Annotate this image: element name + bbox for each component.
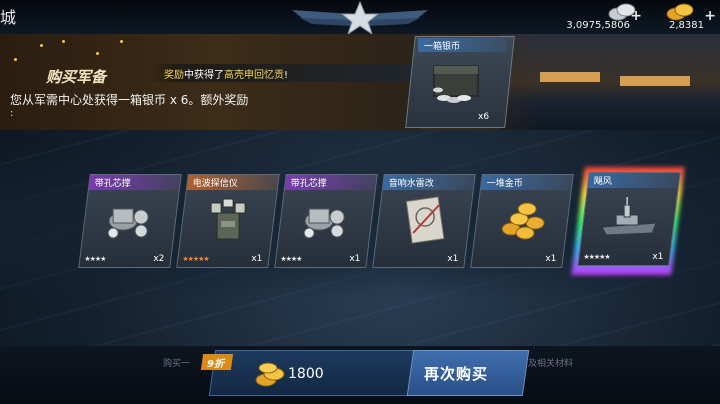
item-count: x1 [251,254,263,264]
silver-amount: 3,0975,5806 [566,20,630,31]
sparkle [120,40,123,43]
gold-currency[interactable]: 2,8381 + [656,2,718,32]
page-title: 城 [0,8,17,27]
part-icon [303,208,345,239]
hint-text: 购买一 [163,359,191,369]
harbor-light [540,72,600,82]
sparkle [96,52,99,55]
bullet-marker: : [10,108,14,119]
item-count: x1 [349,254,361,264]
silver-currency[interactable]: 3,0975,5806 + [566,2,644,32]
blueprint-icon [405,196,445,244]
item-count: x1 [545,254,557,264]
reward-prefix: 奖励 [164,70,184,81]
gold-coin-icon [666,3,694,21]
reward-card[interactable]: 音响水雷改 x1 [372,174,476,268]
gold-coins-icon [501,202,545,240]
item-count: x2 [153,254,165,264]
featured-item-count: x6 [478,112,490,122]
card-name: 电波探信仪 [192,179,238,189]
price-value: 1800 [288,366,324,382]
rarity-stars: ★★★★ [84,255,106,263]
item-count: x1 [447,254,459,264]
warship-icon [601,197,657,236]
card-name: 一堆金币 [486,179,523,189]
gold-amount: 2,8381 [669,20,704,31]
obtain-message: 您从军需中心处获得一箱银币 x 6。额外奖励 [10,93,249,107]
reward-card[interactable]: 飓风 ★★★★★ x1 [577,172,681,266]
buy-equipment-title: 购买军备 [46,68,107,86]
reward-item: 高壳申回忆贡 [224,70,284,81]
item-count: x1 [652,252,664,262]
buy-again-label[interactable]: 再次购买 [424,363,488,384]
rarity-stars: ★★★★★ [583,253,610,261]
card-name: 带孔芯撑 [94,179,131,189]
sparkle [14,58,17,61]
sparkle [62,40,65,43]
hint-text: 及相关材料 [528,359,574,369]
reward-card[interactable]: 带孔芯撑 ★★★★ x1 [274,174,378,268]
star-wings-emblem-icon [292,0,428,36]
reward-mid: 中获得了 [184,70,224,81]
gold-coin-icon [255,362,285,387]
card-name: 音响水雷改 [388,179,434,189]
add-gold-button[interactable]: + [704,8,716,24]
reward-card[interactable]: 电波探信仪 ★★★★★ x1 [176,174,280,268]
reward-suffix: ! [284,70,289,81]
rarity-stars: ★★★★★ [182,255,209,263]
featured-item-name: 一箱银币 [424,42,461,52]
add-silver-button[interactable]: + [630,8,642,24]
part-icon [107,208,149,239]
rarity-stars: ★★★★ [280,255,302,263]
discount-label: 9折 [207,359,224,370]
silver-coin-chest-icon [433,65,479,103]
reward-message: 奖励中获得了高壳申回忆贡! [164,66,288,81]
sparkle [40,44,43,47]
harbor-light [620,76,690,86]
radar-icon [210,198,246,240]
card-name: 带孔芯撑 [290,179,327,189]
card-name: 飓风 [593,177,612,187]
reward-card[interactable]: 一堆金币 x1 [470,174,574,268]
reward-card[interactable]: 带孔芯撑 ★★★★ x2 [78,174,182,268]
